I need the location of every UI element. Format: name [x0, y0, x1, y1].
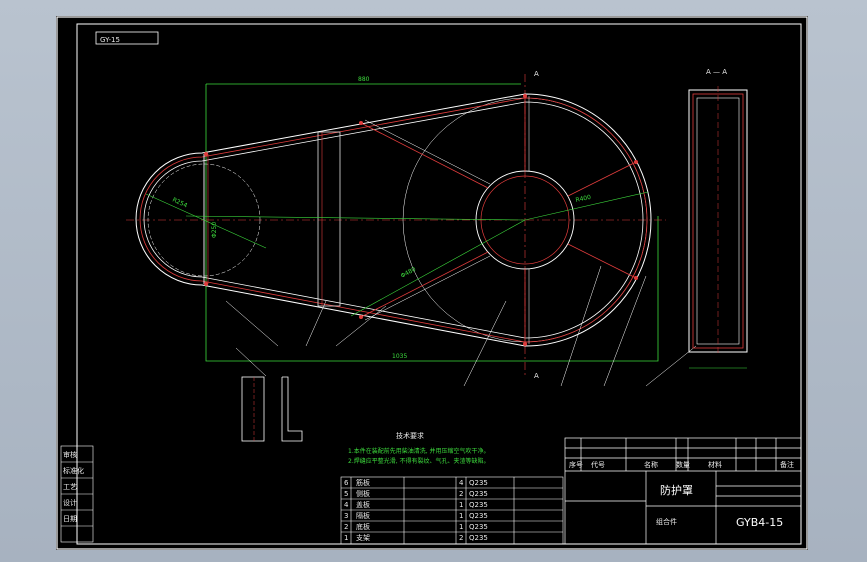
- sidebar-label: 标准化: [63, 466, 84, 475]
- parts-list-cell-name: 底板: [356, 522, 370, 531]
- drawing-name: 防护罩: [660, 483, 693, 497]
- parts-list-cell-n: 1: [344, 534, 348, 542]
- parts-list-cell-q: 1: [459, 501, 463, 509]
- sidebar-label: 审核: [63, 450, 77, 459]
- parts-list-cell-name: 筋板: [356, 478, 370, 487]
- col-mat: 材料: [708, 460, 722, 469]
- cad-window: GY-15 880 1035 A A R254 R400 Φ480 Φ250 A…: [0, 0, 867, 562]
- parts-list-cell-name: 支架: [356, 533, 370, 542]
- parts-list-cell-n: 3: [344, 512, 348, 520]
- tech-line-1: 1.本件在装配前先用柴油清洗, 并用压缩空气吹干净。: [348, 447, 490, 455]
- sidebar-label: 工艺: [63, 483, 77, 491]
- outer-border: [56, 16, 808, 550]
- r-right-label: R400: [575, 194, 592, 204]
- parts-list-cell-q: 1: [459, 512, 463, 520]
- detail-plate-view: [241, 376, 265, 442]
- col-seq: 序号: [569, 460, 583, 469]
- parts-list-cell-n: 6: [344, 479, 349, 487]
- parts-list-cell-m: Q235: [469, 490, 488, 498]
- tech-line-2: 2.焊缝应平整光滑, 不得有裂纹、气孔、夹渣等缺陷。: [348, 457, 490, 465]
- r-left-label: R254: [171, 196, 188, 209]
- col-qty: 数量: [676, 460, 690, 469]
- section-a-label: A — A: [706, 68, 727, 76]
- parts-list-cell-name: 侧板: [356, 489, 370, 498]
- parts-list-cell-n: 2: [344, 523, 348, 531]
- cad-drawing: GY-15 880 1035 A A R254 R400 Φ480 Φ250 A…: [56, 16, 808, 550]
- parts-list-cell-n: 5: [344, 490, 348, 498]
- d-small-label: Φ250: [211, 222, 218, 238]
- col-note: 备注: [780, 460, 794, 469]
- d-big-label: Φ480: [400, 266, 418, 280]
- parts-list-cell-m: Q235: [469, 534, 488, 542]
- drawing-sheet: GY-15 880 1035 A A R254 R400 Φ480 Φ250 A…: [56, 16, 808, 550]
- assembly-label: 组合件: [656, 517, 677, 526]
- inner-border: [76, 23, 802, 545]
- parts-list-cell-name: 盖板: [356, 500, 370, 509]
- middle-partition: [317, 131, 341, 307]
- col-name: 名称: [644, 460, 658, 469]
- sidebar-label: 日期: [63, 515, 77, 523]
- parts-list-cell-m: Q235: [469, 512, 488, 520]
- parts-list-cell-name: 隔板: [356, 511, 370, 520]
- top-dim-text: 880: [358, 76, 370, 83]
- drawing-number: GYB4-15: [736, 516, 783, 529]
- bottom-dim-text: 1035: [392, 353, 407, 360]
- parts-list-cell-q: 2: [459, 490, 463, 498]
- projection-box: [205, 84, 659, 362]
- left-sidebar-labels: 审核标准化工艺设计日期: [63, 450, 84, 523]
- parts-list-cell-q: 1: [459, 523, 463, 531]
- part-label: GY-15: [100, 36, 120, 44]
- section-mark-top: A: [534, 70, 539, 78]
- parts-list-cell-m: Q235: [469, 479, 488, 487]
- parts-list-cell-m: Q235: [469, 523, 488, 531]
- parts-list-cell-n: 4: [344, 501, 349, 509]
- parts-list-cell-q: 4: [459, 479, 464, 487]
- section-mark-bottom: A: [534, 372, 539, 380]
- detail-bracket-view: [281, 376, 303, 442]
- col-code: 代号: [591, 460, 605, 469]
- parts-list-cell-m: Q235: [469, 501, 488, 509]
- sidebar-label: 设计: [63, 498, 77, 507]
- parts-list-cell-q: 2: [459, 534, 463, 542]
- tech-title: 技术要求: [396, 431, 424, 440]
- parts-list-table: [340, 476, 564, 545]
